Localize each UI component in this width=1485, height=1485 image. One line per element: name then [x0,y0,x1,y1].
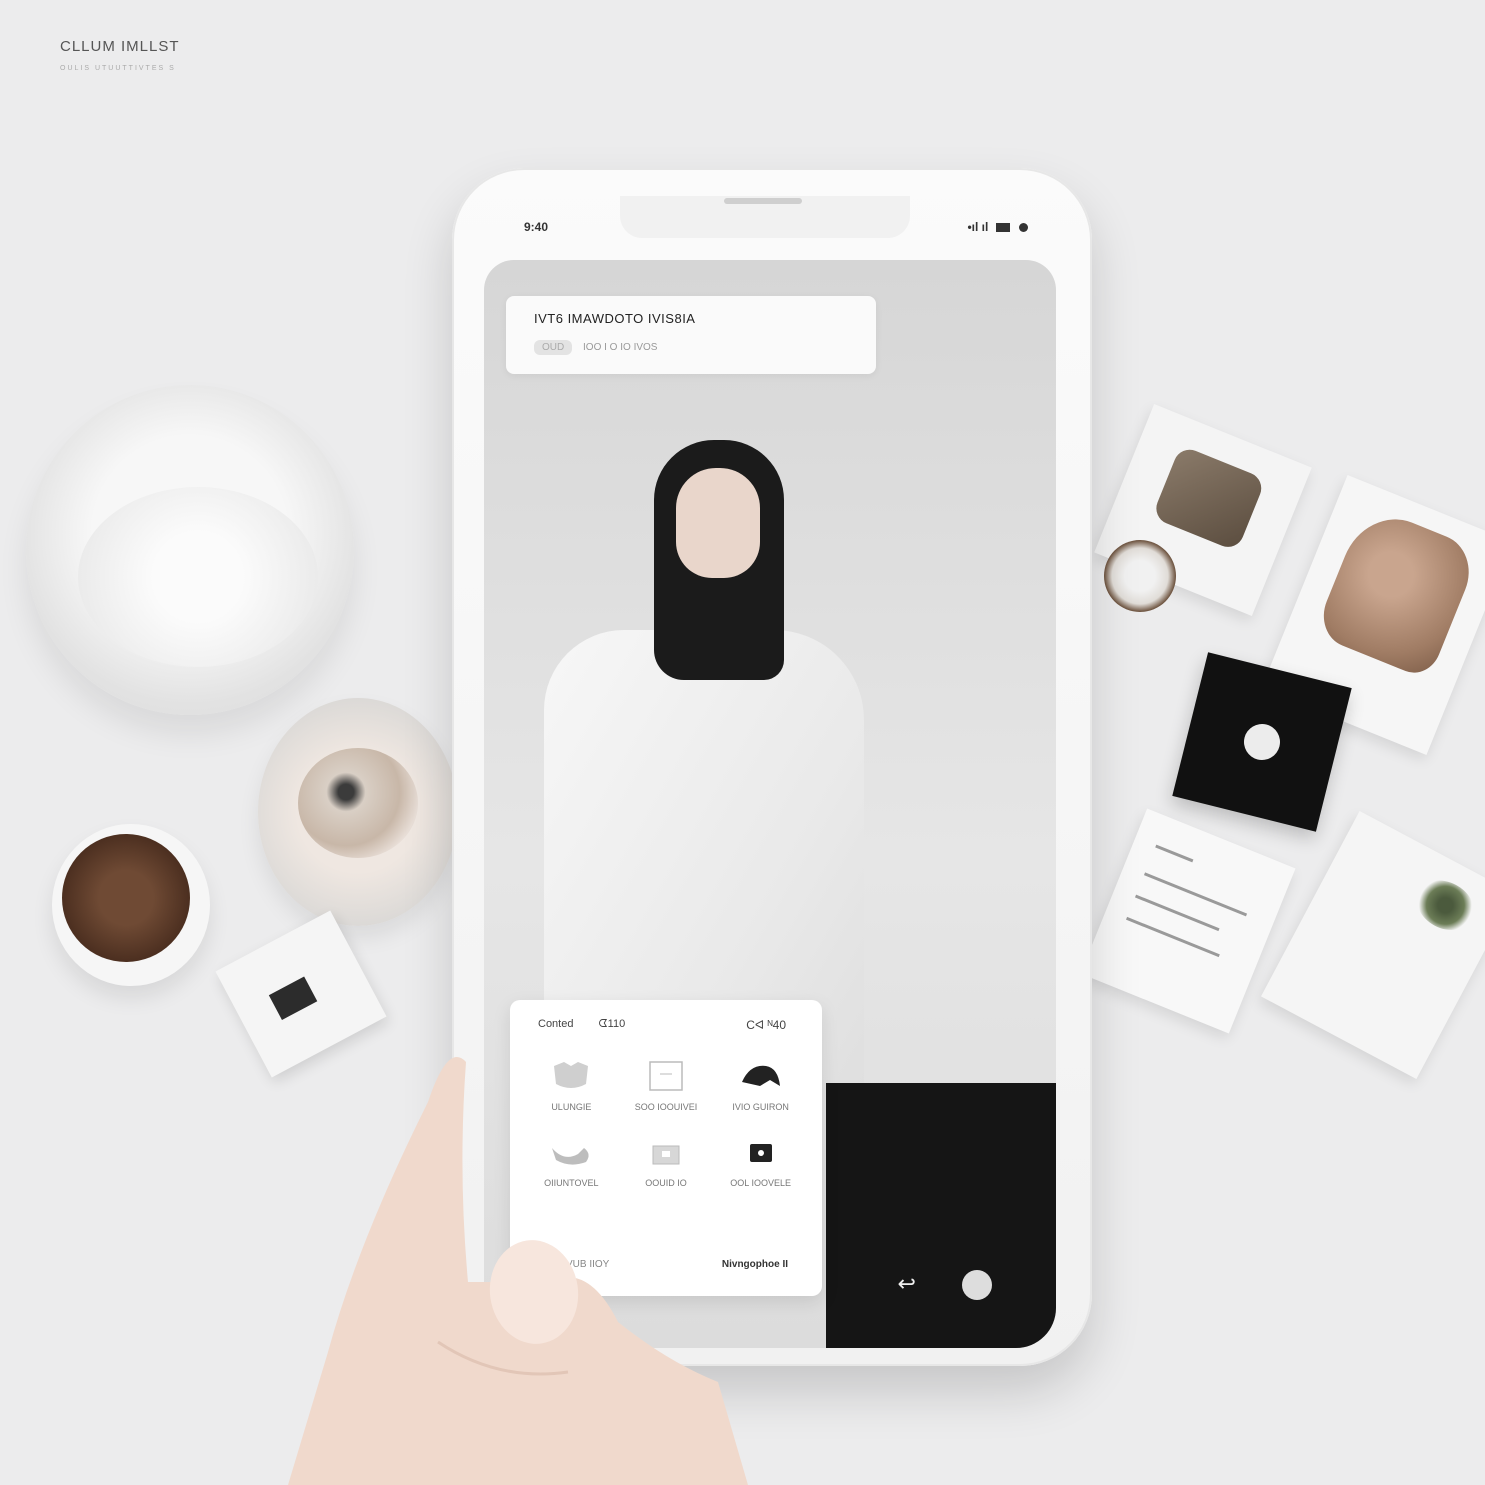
herb [1408,870,1483,940]
paper-line [1155,844,1194,863]
battery-icon [995,223,1010,233]
hand [288,1057,748,1485]
header-card[interactable]: IVT6 IMAWDOTO IVIS8IA OUD IOO I O IO IVO… [506,296,876,374]
record-button-icon[interactable] [962,1270,992,1300]
flower-bowl [258,698,458,926]
coffee [62,834,190,962]
header-pill[interactable]: OUD [534,340,573,355]
bottom-controls: ↩ [897,1270,992,1300]
panel-action[interactable]: Cᐊ ᴺ40 [746,1018,786,1032]
small-bowl [1104,540,1176,612]
brand-tagline: OULIS UTUUTTIVTES S [60,65,176,72]
brand: CLLUM IMLLST OULIS UTUUTTIVTES S [60,38,180,72]
camera-dot-icon [1019,223,1028,233]
note-paper [1080,808,1296,1034]
rice-bowl [26,385,354,715]
header-meta: OUD IOO I O IO IVOS [534,340,657,355]
back-icon[interactable]: ↩ [897,1271,915,1296]
face [676,468,760,578]
card-mark [268,976,318,1020]
coffee-cup [52,824,210,986]
rice [78,487,318,667]
header-meta-text: IOO I O IO IVOS [583,342,658,353]
coaster-dot [1240,720,1284,764]
brand-name: CLLUM IMLLST [60,38,180,55]
signal-icon: •ıl ıl [967,220,989,234]
status-time: 9:40 [524,220,549,234]
phone-notch [620,196,910,238]
status-indicators: •ıl ıl [967,220,1028,234]
flower [298,748,418,858]
speaker-grille [724,198,802,204]
dark-block [826,1083,1056,1348]
herb-tray [1261,810,1485,1080]
stone [1151,444,1267,552]
bread [1313,504,1482,681]
paper-line [1143,872,1248,917]
header-title: IVT6 IMAWDOTO IVIS8IA [534,311,696,326]
